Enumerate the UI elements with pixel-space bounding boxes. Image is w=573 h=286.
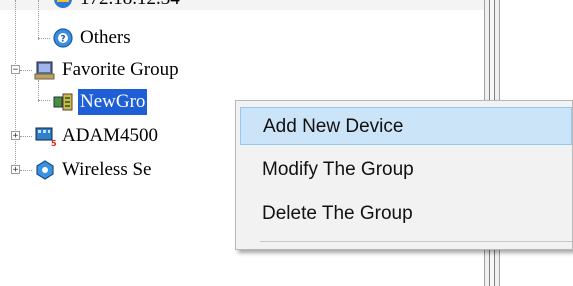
modify-group-menu-item[interactable]: Modify The Group <box>240 151 572 189</box>
svg-text:5: 5 <box>51 139 56 147</box>
device-group-icon <box>52 91 74 113</box>
tree-item-favorite-group[interactable]: Favorite Group <box>34 56 181 84</box>
help-globe-icon: ? <box>52 27 74 49</box>
tree-item-label: Others <box>80 27 131 48</box>
tree-line <box>20 70 32 71</box>
tree-line <box>38 0 39 40</box>
tree-line <box>20 170 32 171</box>
tree-item-newgroup[interactable]: NewGro <box>52 88 148 116</box>
svg-text:?: ? <box>60 35 65 45</box>
delete-group-menu-item[interactable]: Delete The Group <box>240 195 572 233</box>
tree-line <box>15 0 16 170</box>
tree-item-others[interactable]: ? Others <box>52 24 133 52</box>
favorite-group-icon <box>34 59 56 81</box>
collapse-toggle[interactable]: − <box>11 65 20 75</box>
network-device-icon <box>52 0 74 10</box>
menu-separator <box>260 241 572 242</box>
tree-item-partial[interactable]: 172.18.12.34 <box>52 0 182 13</box>
tree-item-label: ADAM4500 <box>62 125 159 146</box>
tree-line <box>38 38 50 39</box>
context-menu: Add New Device Modify The Group Delete T… <box>235 100 573 250</box>
tree-item-label: 172.18.12.34 <box>78 0 182 12</box>
tree-line <box>20 136 32 137</box>
tree-item-label: Favorite Group <box>62 59 179 80</box>
tree-line <box>38 100 50 101</box>
tree-item-label: NewGro <box>78 89 148 115</box>
tree-item-adam4500[interactable]: 5 ADAM4500 <box>34 122 160 150</box>
tree-item-label: Wireless Se <box>62 159 152 180</box>
wireless-sensor-icon <box>34 159 56 181</box>
tree-item-wireless-sensor[interactable]: Wireless Se <box>34 156 153 184</box>
add-new-device-menu-item[interactable]: Add New Device <box>240 107 572 145</box>
expand-toggle[interactable]: + <box>11 131 20 141</box>
adam-module-icon: 5 <box>34 125 57 148</box>
expand-toggle[interactable]: + <box>11 165 20 175</box>
